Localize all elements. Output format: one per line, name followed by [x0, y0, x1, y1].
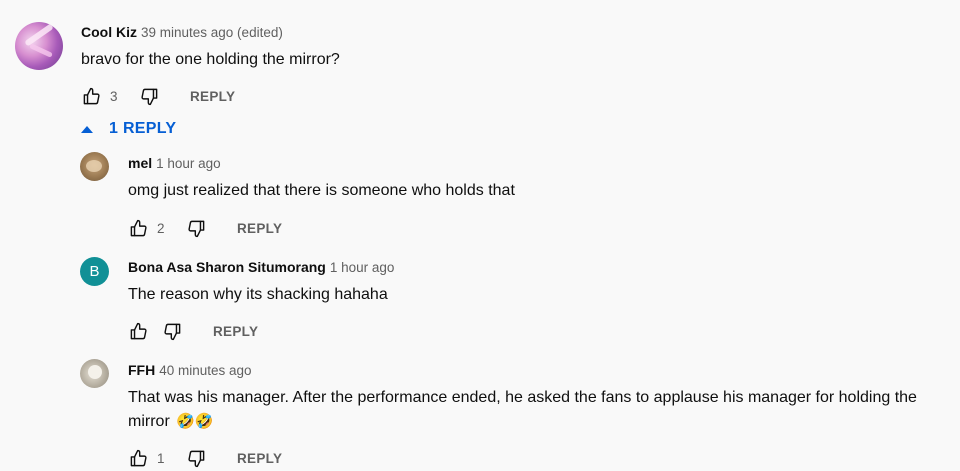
author-name[interactable]: Cool Kiz — [81, 24, 137, 40]
comment-actions: 3 REPLY — [80, 84, 235, 108]
rolling-laughing-emoji: 🤣🤣 — [176, 413, 214, 430]
reply-button[interactable]: REPLY — [213, 324, 258, 339]
comment-timestamp[interactable]: 39 minutes ago (edited) — [141, 25, 283, 40]
reply-actions: 1 REPLY — [127, 446, 282, 470]
author-name[interactable]: Bona Asa Sharon Situmorang — [128, 259, 326, 275]
thumbs-up-icon[interactable] — [127, 320, 149, 342]
thumbs-down-icon[interactable] — [185, 217, 207, 239]
reply-text: That was his manager. After the performa… — [128, 386, 948, 434]
reply-button[interactable]: REPLY — [237, 221, 282, 236]
thumbs-down-icon[interactable] — [161, 320, 183, 342]
replies-toggle[interactable]: 1 REPLY — [80, 120, 176, 138]
avatar[interactable]: B — [80, 257, 109, 286]
author-name[interactable]: FFH — [128, 362, 155, 378]
reply-timestamp[interactable]: 1 hour ago — [330, 260, 395, 275]
author-name[interactable]: mel — [128, 155, 152, 171]
like-count: 3 — [110, 88, 118, 104]
like-count: 1 — [157, 450, 165, 466]
comment-author[interactable]: Cool Kiz 39 minutes ago (edited) — [81, 24, 283, 40]
avatar[interactable] — [15, 22, 63, 70]
like-count: 2 — [157, 220, 165, 236]
reply-author[interactable]: FFH 40 minutes ago — [128, 362, 252, 378]
replies-toggle-label: 1 REPLY — [109, 120, 177, 137]
caret-up-icon — [81, 125, 93, 133]
reply-timestamp[interactable]: 40 minutes ago — [159, 363, 251, 378]
reply-timestamp[interactable]: 1 hour ago — [156, 156, 221, 171]
reply-actions: 2 REPLY — [127, 216, 282, 240]
thumbs-up-icon[interactable] — [127, 217, 149, 239]
thumbs-down-icon[interactable] — [138, 85, 160, 107]
thumbs-down-icon[interactable] — [185, 447, 207, 469]
reply-text-body: That was his manager. After the performa… — [128, 389, 917, 430]
reply-text: omg just realized that there is someone … — [128, 182, 515, 199]
reply-text: The reason why its shacking hahaha — [128, 286, 388, 303]
thumbs-up-icon[interactable] — [127, 447, 149, 469]
comment-thread: Cool Kiz 39 minutes ago (edited) bravo fo… — [0, 0, 960, 471]
comment-text: bravo for the one holding the mirror? — [81, 51, 340, 68]
reply-button[interactable]: REPLY — [237, 451, 282, 466]
thumbs-up-icon[interactable] — [80, 85, 102, 107]
reply-button[interactable]: REPLY — [190, 89, 235, 104]
avatar-letter: B — [89, 263, 100, 280]
avatar[interactable] — [80, 152, 109, 181]
reply-author[interactable]: mel 1 hour ago — [128, 155, 221, 171]
avatar[interactable] — [80, 359, 109, 388]
reply-actions: REPLY — [127, 319, 258, 343]
reply-author[interactable]: Bona Asa Sharon Situmorang 1 hour ago — [128, 259, 394, 275]
